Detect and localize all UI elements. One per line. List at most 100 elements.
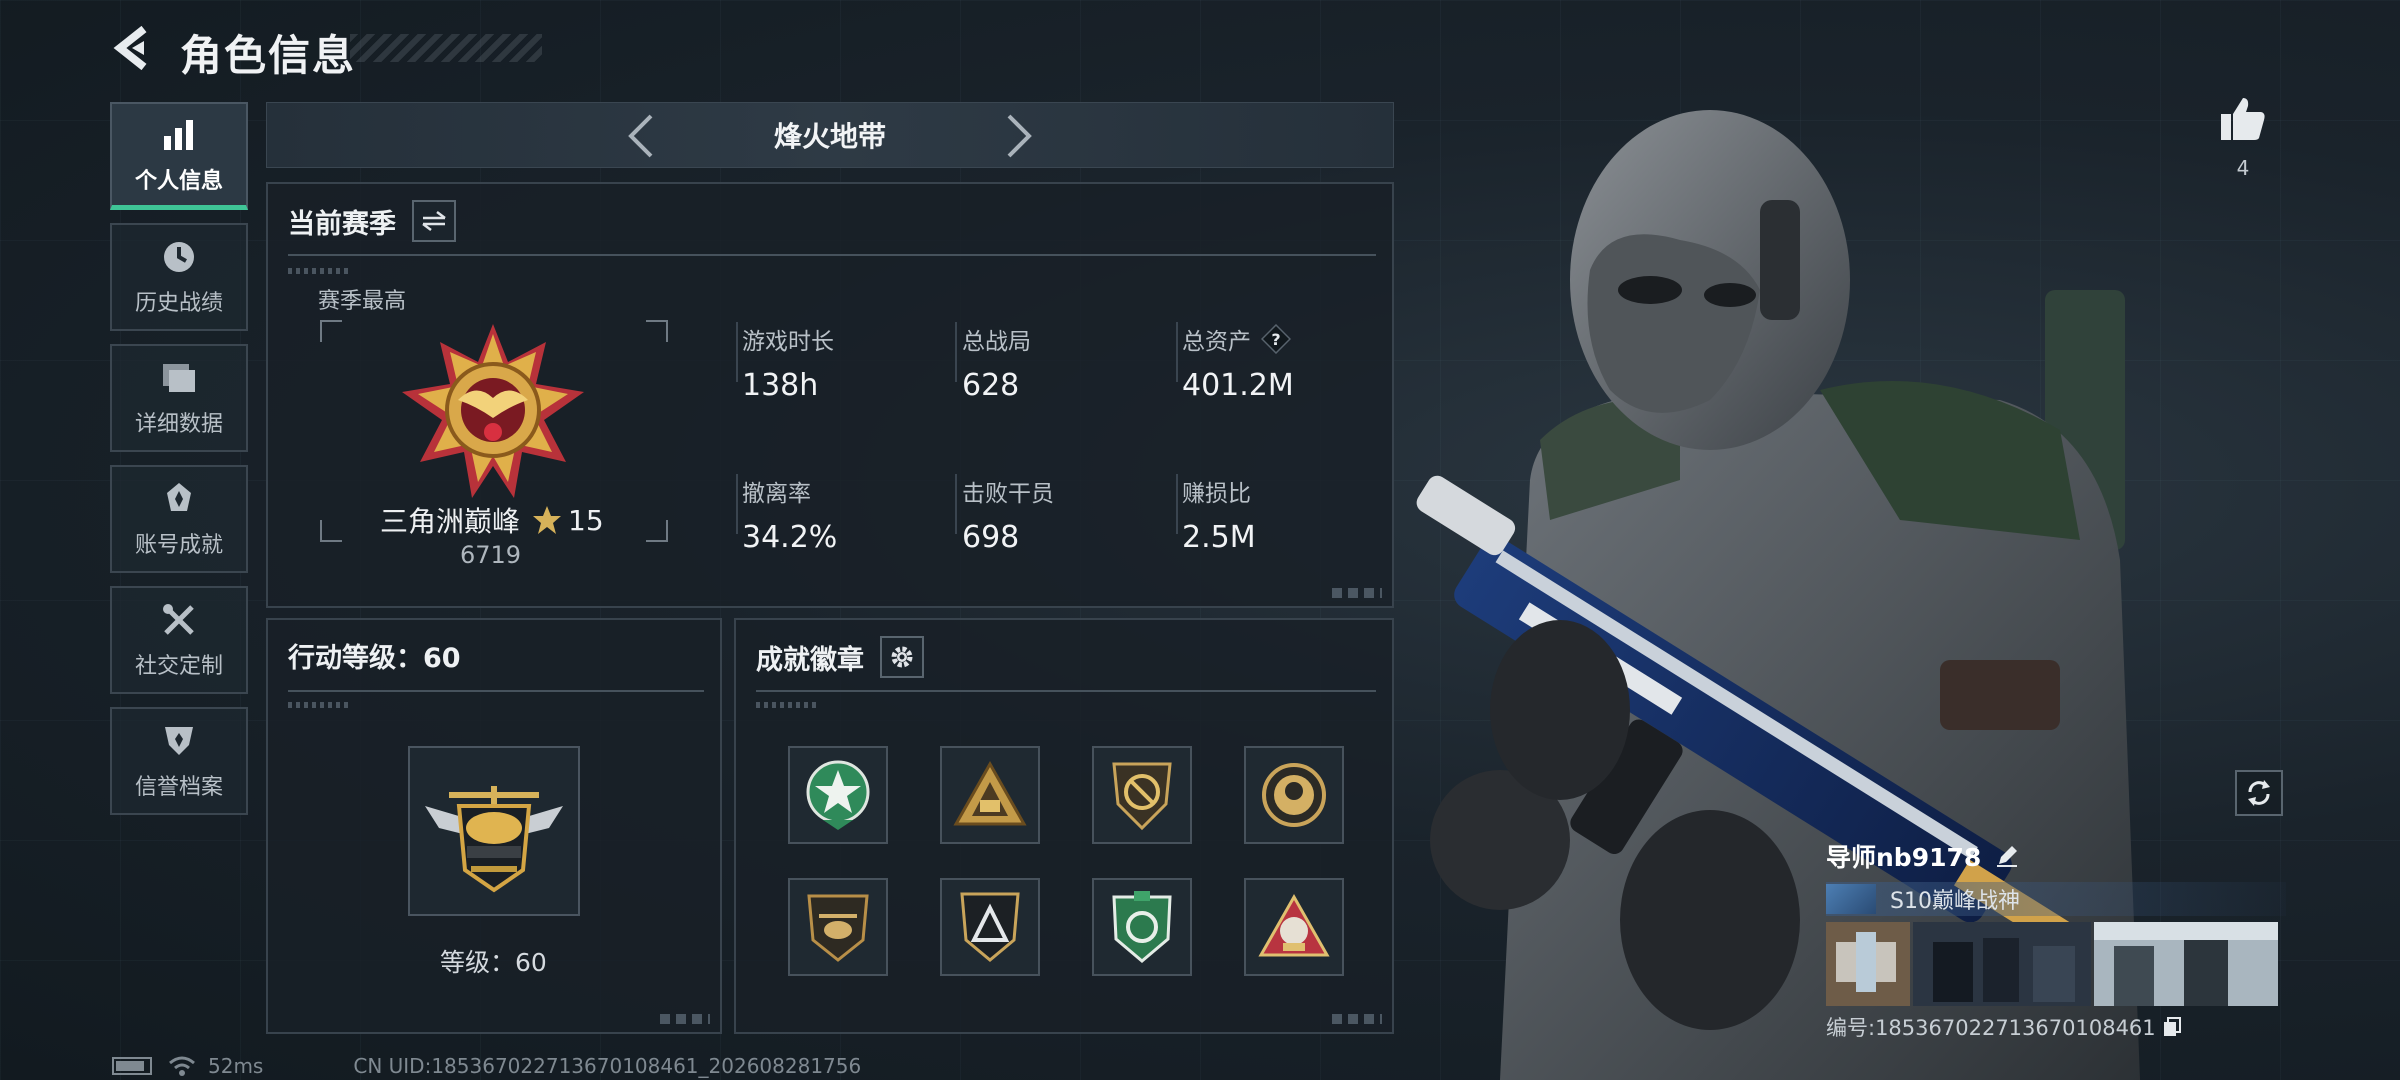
red-triangle-badge-icon xyxy=(1258,893,1330,957)
stat-divider xyxy=(736,474,738,534)
player-name: 导师nb9178 xyxy=(1826,843,1982,872)
player-title: S10巅峰战神 xyxy=(1890,889,2020,914)
action-level-title: 行动等级：60 xyxy=(288,643,461,674)
stat-profit-loss-ratio: 赚损比 2.5M xyxy=(1182,474,1256,555)
corner-decoration xyxy=(1332,1014,1382,1024)
achievement-badge[interactable] xyxy=(940,878,1040,976)
refresh-button[interactable] xyxy=(2235,770,2283,816)
thumbs-up-icon xyxy=(2221,98,2265,140)
chevron-left-icon xyxy=(628,114,653,158)
stat-value: 2.5M xyxy=(1182,520,1256,555)
mode-title: 烽火地带 xyxy=(773,120,886,153)
stat-operators-killed: 击败干员 698 xyxy=(962,474,1054,555)
showcase-image[interactable] xyxy=(1913,922,2091,1006)
mode-next-button[interactable] xyxy=(997,113,1043,159)
divider xyxy=(288,690,704,692)
sidebar-item-label: 个人信息 xyxy=(134,168,223,194)
stat-value: 698 xyxy=(962,520,1020,555)
sidebar-item-label: 详细数据 xyxy=(134,412,223,437)
mode-prev-button[interactable] xyxy=(617,113,663,159)
divider xyxy=(756,690,1376,692)
player-card: 导师nb9178 S10巅峰战神 编号:18536702271367010846… xyxy=(1826,838,2286,1042)
rank-name-text: 三角洲巅峰 xyxy=(380,505,521,538)
divider-dots xyxy=(288,268,348,274)
green-medic-badge-icon xyxy=(1112,891,1172,963)
page-title: 角色信息 xyxy=(180,31,357,80)
shield-badge-icon xyxy=(1112,762,1172,831)
divider-dots xyxy=(756,702,816,708)
sidebar-item-credit-record[interactable]: 信誉档案 xyxy=(110,707,248,815)
ping-value: 52ms xyxy=(208,1054,264,1078)
sidebar-item-personal-info[interactable]: 个人信息 xyxy=(110,102,248,210)
title-decoration xyxy=(350,34,542,62)
tools-icon xyxy=(159,600,199,640)
rank-stars: 15 xyxy=(568,503,604,537)
achievement-badge[interactable] xyxy=(1244,878,1344,976)
helicopter-emblem-icon xyxy=(425,786,563,893)
sidebar-item-achievements[interactable]: 账号成就 xyxy=(110,465,248,573)
showcase-image[interactable] xyxy=(1826,922,1910,1006)
triangle-shield-badge-icon xyxy=(960,892,1020,962)
season-title: 当前赛季 xyxy=(288,208,396,240)
copy-icon[interactable] xyxy=(2162,1016,2182,1038)
achievement-icon xyxy=(159,479,199,519)
action-level-emblem xyxy=(408,746,580,916)
achievement-badge[interactable] xyxy=(788,746,888,844)
status-bar: 52ms CN UID:185367022713670108461_202608… xyxy=(112,1054,861,1078)
stat-value: 34.2% xyxy=(742,520,838,555)
achievement-badge[interactable] xyxy=(1092,746,1192,844)
stat-label: 赚损比 xyxy=(1182,481,1251,507)
folder-icon xyxy=(159,358,199,398)
gear-icon xyxy=(891,646,913,668)
achievement-title: 成就徽章 xyxy=(756,644,864,676)
sidebar-item-label: 历史战绩 xyxy=(134,291,223,316)
corner-decoration xyxy=(1332,588,1382,598)
stat-total-assets: 总资产 ? 401.2M xyxy=(1182,322,1294,403)
refresh-icon xyxy=(2248,780,2270,806)
green-star-badge-icon xyxy=(806,760,870,830)
like-count: 4 xyxy=(2236,156,2250,180)
sidebar-item-social-custom[interactable]: 社交定制 xyxy=(110,586,248,694)
stat-label: 击败干员 xyxy=(962,481,1054,507)
divider-dots xyxy=(288,702,348,708)
showcase-image[interactable] xyxy=(2094,922,2278,1006)
stat-divider xyxy=(736,322,738,382)
help-icon[interactable]: ? xyxy=(1261,324,1291,354)
sidebar-item-label: 账号成就 xyxy=(134,533,223,558)
title-badge-icon xyxy=(1826,884,1876,914)
star-icon xyxy=(533,506,562,534)
achievement-badge[interactable] xyxy=(788,878,888,976)
stat-extraction-rate: 撤离率 34.2% xyxy=(742,474,837,555)
sidebar-item-label: 社交定制 xyxy=(134,654,223,679)
season-switch-button[interactable] xyxy=(412,200,456,242)
back-button[interactable] xyxy=(108,20,156,76)
divider xyxy=(288,254,1376,256)
achievement-settings-button[interactable] xyxy=(880,636,924,678)
stat-label: 游戏时长 xyxy=(742,329,834,355)
svg-text:?: ? xyxy=(1271,330,1280,349)
sidebar-item-detailed-data[interactable]: 详细数据 xyxy=(110,344,248,452)
achievement-badge[interactable] xyxy=(940,746,1040,844)
corner-decoration xyxy=(660,1014,710,1024)
shield-icon xyxy=(159,721,199,761)
edit-icon[interactable] xyxy=(1995,844,2019,868)
wifi-icon xyxy=(169,1056,195,1076)
level-label: 等级：60 xyxy=(440,948,547,977)
battery-icon xyxy=(112,1057,152,1075)
swap-icon xyxy=(422,211,446,231)
stat-play-time: 游戏时长 138h xyxy=(742,322,834,403)
achievement-badge[interactable] xyxy=(1244,746,1344,844)
clock-icon xyxy=(159,237,199,277)
stat-divider xyxy=(1176,322,1178,382)
back-arrow-icon xyxy=(113,25,147,71)
stat-total-matches: 总战局 628 xyxy=(962,322,1031,403)
rank-score: 6719 xyxy=(460,541,522,569)
like-button[interactable]: 4 xyxy=(2215,96,2271,180)
sidebar: 个人信息 历史战绩 详细数据 账号成就 社交定制 信誉档案 xyxy=(110,102,248,828)
sidebar-item-match-history[interactable]: 历史战绩 xyxy=(110,223,248,331)
stat-label: 总资产 xyxy=(1182,329,1251,355)
chevron-right-icon xyxy=(1007,114,1032,158)
sidebar-item-label: 信誉档案 xyxy=(134,775,223,800)
achievement-badge[interactable] xyxy=(1092,878,1192,976)
rank-medal-icon xyxy=(402,324,584,498)
